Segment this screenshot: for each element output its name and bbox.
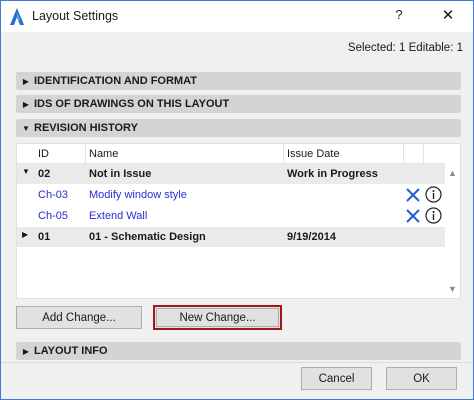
- column-divider[interactable]: [423, 144, 424, 164]
- row-id: Ch-03: [38, 189, 68, 201]
- title-bar: Layout Settings ? ✕: [1, 1, 473, 32]
- column-divider[interactable]: [403, 144, 404, 164]
- footer-divider: [1, 362, 473, 363]
- row-name: Extend Wall: [89, 210, 148, 222]
- table-scrollbar[interactable]: ▲ ▼: [445, 144, 460, 298]
- remove-change-icon[interactable]: [405, 187, 421, 203]
- chevron-right-icon: ▶: [22, 76, 30, 86]
- help-button[interactable]: ?: [391, 7, 407, 25]
- info-icon[interactable]: [425, 186, 442, 203]
- remove-change-icon[interactable]: [405, 208, 421, 224]
- scroll-up-icon[interactable]: ▲: [445, 168, 460, 178]
- row-name: Modify window style: [89, 189, 187, 201]
- row-issue-date: Work in Progress: [287, 168, 378, 180]
- row-id: 02: [38, 168, 51, 180]
- section-label: IDENTIFICATION AND FORMAT: [34, 75, 197, 87]
- layout-settings-dialog: Layout Settings ? ✕ Selected: 1 Editable…: [0, 0, 474, 400]
- column-header-issue-date[interactable]: Issue Date: [287, 148, 340, 160]
- close-button[interactable]: ✕: [439, 6, 457, 26]
- row-issue-date: 9/19/2014: [287, 231, 336, 243]
- column-divider[interactable]: [85, 144, 86, 164]
- section-revision-history[interactable]: ▼ REVISION HISTORY: [16, 119, 461, 137]
- table-header: ID Name Issue Date: [17, 144, 445, 164]
- row-name: Not in Issue: [89, 168, 152, 180]
- chevron-right-icon: ▶: [22, 346, 30, 356]
- section-label: REVISION HISTORY: [34, 122, 138, 134]
- chevron-down-icon: ▼: [22, 123, 30, 133]
- window-title: Layout Settings: [32, 9, 119, 23]
- section-layout-info[interactable]: ▶ LAYOUT INFO: [16, 342, 461, 360]
- info-icon[interactable]: [425, 207, 442, 224]
- section-ids-of-drawings[interactable]: ▶ IDS OF DRAWINGS ON THIS LAYOUT: [16, 95, 461, 113]
- table-row-group[interactable]: ▶ 01 01 - Schematic Design 9/19/2014: [17, 227, 445, 247]
- section-label: LAYOUT INFO: [34, 345, 108, 357]
- cancel-button[interactable]: Cancel: [301, 367, 372, 390]
- table-row-change[interactable]: Ch-05 Extend Wall: [17, 206, 445, 226]
- column-divider[interactable]: [283, 144, 284, 164]
- table-row-change[interactable]: Ch-03 Modify window style: [17, 185, 445, 205]
- chevron-right-icon[interactable]: ▶: [22, 230, 28, 239]
- section-identification-and-format[interactable]: ▶ IDENTIFICATION AND FORMAT: [16, 72, 461, 90]
- column-header-name[interactable]: Name: [89, 148, 118, 160]
- revision-history-table: ID Name Issue Date ▼ 02 Not in Issue Wor…: [16, 143, 461, 299]
- section-label: IDS OF DRAWINGS ON THIS LAYOUT: [34, 98, 230, 110]
- table-row-group[interactable]: ▼ 02 Not in Issue Work in Progress: [17, 164, 445, 184]
- row-id: Ch-05: [38, 210, 68, 222]
- add-change-button[interactable]: Add Change...: [16, 306, 142, 329]
- new-change-button[interactable]: New Change...: [153, 305, 282, 330]
- scroll-down-icon[interactable]: ▼: [445, 284, 460, 294]
- column-header-id[interactable]: ID: [38, 148, 49, 160]
- archicad-logo-icon: [10, 8, 24, 25]
- selection-status: Selected: 1 Editable: 1: [347, 42, 463, 54]
- chevron-down-icon[interactable]: ▼: [22, 167, 30, 176]
- row-name: 01 - Schematic Design: [89, 231, 206, 243]
- row-id: 01: [38, 231, 51, 243]
- ok-button[interactable]: OK: [386, 367, 457, 390]
- chevron-right-icon: ▶: [22, 99, 30, 109]
